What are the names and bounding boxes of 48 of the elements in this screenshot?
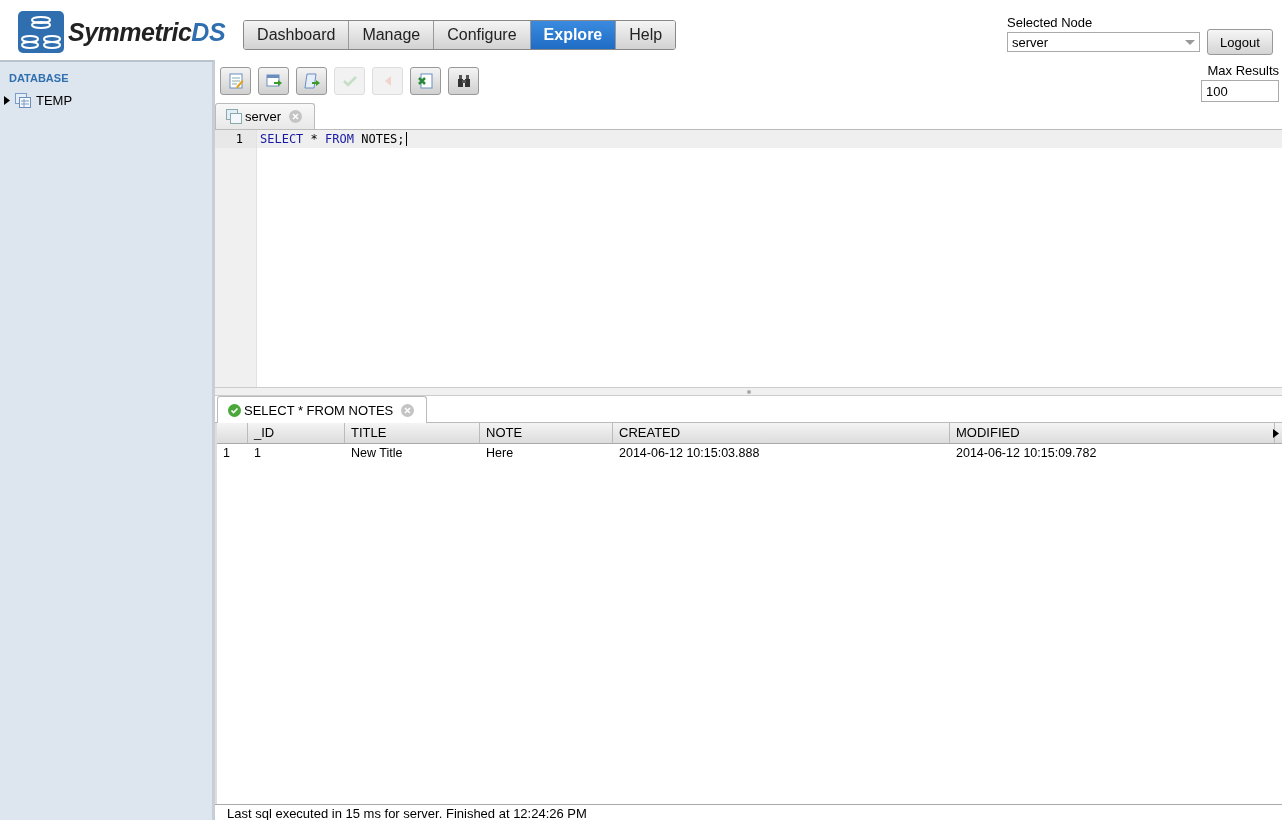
collapsed-arrow-icon[interactable] [4,96,10,105]
tab-label: server [245,109,282,124]
table-cell-text: 2014-06-12 10:15:03.888 [618,445,761,462]
sidebar-heading: DATABASE [8,72,70,84]
checkmark-icon [341,73,358,89]
close-icon[interactable] [401,403,415,417]
sql-code-line: SELECT * FROM NOTES; [260,131,405,148]
results-tab[interactable]: SELECT * FROM NOTES [217,396,428,423]
table-icon [226,109,242,124]
max-results-label: Max Results [1207,63,1279,78]
edit-tool-button[interactable] [220,67,251,95]
selected-node-label: Selected Node [1007,15,1094,30]
nav-tab[interactable]: Configure [434,21,531,49]
logo-text: SymmetricDS [68,17,226,47]
export-tool-button[interactable] [410,67,441,95]
success-check-icon [228,403,241,417]
execute-tool-button[interactable] [258,67,289,95]
nav-tab[interactable]: Help [616,21,676,49]
table-cell-text: 2014-06-12 10:15:09.782 [955,445,1098,462]
column-header[interactable]: NOTE [480,423,613,443]
close-icon[interactable] [289,110,303,123]
logout-button[interactable]: Logout [1207,29,1273,55]
nav-tab[interactable]: Dashboard [244,21,350,49]
spreadsheet-icon [417,73,434,89]
tab-label: SELECT * FROM NOTES [244,402,394,418]
table-cell-text: 1 [253,445,262,462]
scroll-right-arrow-icon[interactable] [1273,429,1279,438]
column-header[interactable]: _ID [248,423,345,443]
line-number: 1 [215,130,256,148]
logo-icon [18,11,64,53]
table-cell-text: Here [485,445,515,462]
page-arrow-icon [303,73,320,89]
node-select[interactable]: server [1007,32,1200,52]
binoculars-icon [455,73,472,89]
table-cell-text: 1 [222,445,231,462]
column-header[interactable]: TITLE [345,423,480,443]
script-tool-button[interactable] [296,67,327,95]
nav-tab[interactable]: Manage [349,21,435,49]
find-tool-button[interactable] [448,67,479,95]
status-bar: Last sql executed in 15 ms for server. Finished at 12:24:26 PM [215,804,1282,820]
tree-item[interactable]: TEMP [36,93,73,108]
max-results-field[interactable]: 100 [1201,80,1279,102]
nav-tab[interactable]: Explore [530,21,617,49]
table-icon [15,93,31,108]
table-cell-text: New Title [350,445,404,462]
document-pencil-icon [227,73,244,89]
column-header[interactable]: CREATED [613,423,950,443]
editor-tab[interactable]: server [215,103,316,129]
